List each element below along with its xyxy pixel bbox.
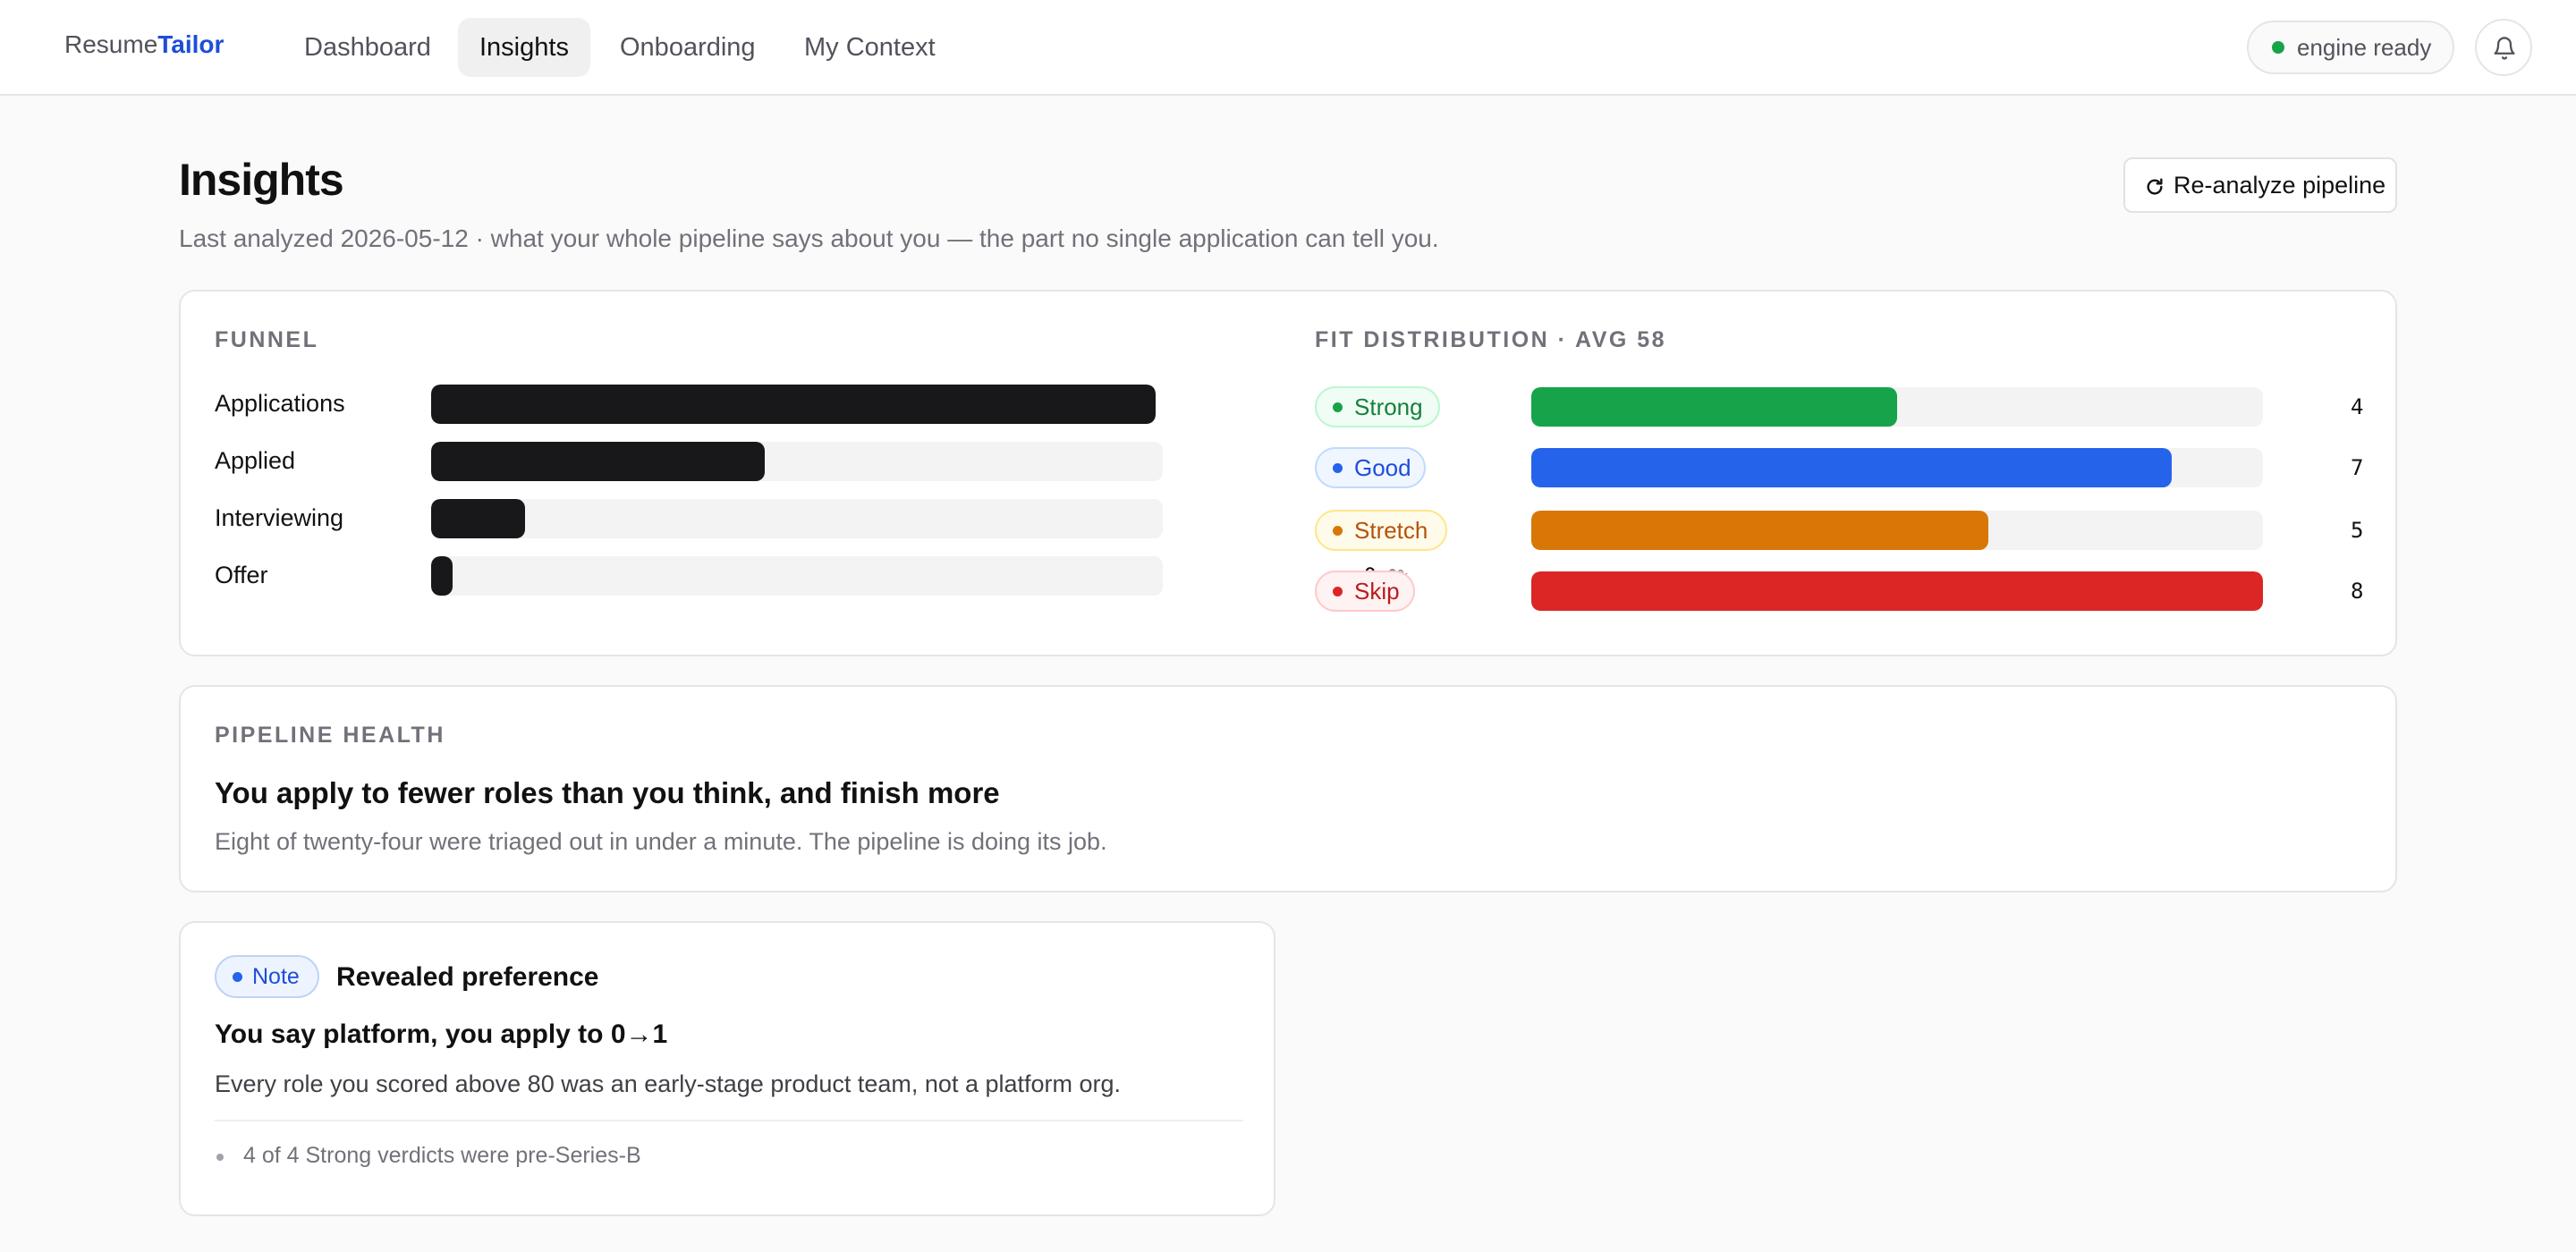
fit-bar-track xyxy=(1531,511,2263,550)
pipeline-health-card: PIPELINE HEALTH You apply to fewer roles… xyxy=(179,685,2397,892)
health-title: You apply to fewer roles than you think,… xyxy=(215,776,1000,809)
fit-section-label: FIT DISTRIBUTION · AVG 58 xyxy=(1315,327,1667,352)
funnel-row: Applications100%24 xyxy=(181,385,1408,429)
health-text: Eight of twenty-four were triaged out in… xyxy=(215,828,1107,855)
fit-badge-good: Good xyxy=(1315,447,1426,488)
brand-name-part1: Resume xyxy=(64,30,158,58)
note-card: Note Revealed preference You say platfor… xyxy=(179,921,1275,1216)
bullet-dot-icon xyxy=(216,1154,224,1161)
funnel-bar-fill xyxy=(431,556,453,596)
status-dot-icon xyxy=(2272,41,2284,54)
fit-bar-fill xyxy=(1531,571,2263,611)
reanalyze-label: Re-analyze pipeline xyxy=(2174,171,2386,199)
top-nav: ResumeTailor Dashboard Insights Onboardi… xyxy=(0,0,2576,96)
fit-badge-stretch: Stretch xyxy=(1315,510,1447,551)
funnel-bar-track xyxy=(431,442,1163,481)
engine-status-label: engine ready xyxy=(2297,34,2432,61)
note-badge-label: Note xyxy=(252,964,300,989)
note-badge: Note xyxy=(215,955,319,998)
funnel-bar-track xyxy=(431,556,1163,596)
refresh-icon xyxy=(2147,178,2163,195)
note-text: Every role you scored above 80 was an ea… xyxy=(215,1070,1122,1097)
fit-badge-label: Stretch xyxy=(1354,517,1428,544)
funnel-row-label: Applications xyxy=(215,390,345,417)
note-bullet-list: 4 of 4 Strong verdicts were pre-Series-B xyxy=(215,1143,641,1169)
fit-bar-fill xyxy=(1531,448,2172,487)
page-title: Insights xyxy=(179,155,344,205)
reanalyze-pipeline-button[interactable]: Re-analyze pipeline xyxy=(2123,157,2397,213)
funnel-row: Offer0%0 xyxy=(181,556,1408,601)
funnel-row: Interviewing13%3 xyxy=(181,499,1408,544)
funnel-fit-card: FUNNEL Applications100%24 Applied46%11 Int… xyxy=(179,290,2397,656)
bell-icon xyxy=(2494,37,2515,60)
fit-badge-strong: Strong xyxy=(1315,386,1440,427)
fit-row-count: 4 xyxy=(2351,394,2364,419)
funnel-row-label: Applied xyxy=(215,447,296,474)
note-title: You say platform, you apply to 0→1 xyxy=(215,1019,668,1049)
fit-badge-label: Good xyxy=(1354,454,1411,481)
fit-badge-label: Strong xyxy=(1354,393,1423,420)
note-divider xyxy=(215,1120,1243,1121)
tab-dashboard[interactable]: Dashboard xyxy=(283,18,453,77)
funnel-bar-track xyxy=(431,499,1163,538)
funnel-bar-fill xyxy=(431,442,765,481)
page-subtitle: Last analyzed 2026-05-12 · what your who… xyxy=(179,224,1439,252)
funnel-row-label: Offer xyxy=(215,562,268,588)
fit-dot-icon xyxy=(1333,587,1343,596)
fit-bar-fill xyxy=(1531,511,1989,550)
note-heading: Revealed preference xyxy=(336,962,599,992)
tab-onboarding[interactable]: Onboarding xyxy=(598,18,777,77)
fit-dot-icon xyxy=(1333,526,1343,536)
funnel-bar-track xyxy=(431,385,1156,424)
funnel-row-label: Interviewing xyxy=(215,504,344,531)
engine-status-pill: engine ready xyxy=(2247,21,2454,74)
notifications-button[interactable] xyxy=(2475,19,2532,76)
fit-badge-skip: Skip xyxy=(1315,571,1415,612)
fit-dot-icon xyxy=(1333,463,1343,473)
funnel-bar-fill xyxy=(431,499,526,538)
brand-name-part2: Tailor xyxy=(157,30,225,58)
fit-bar-track xyxy=(1531,448,2263,487)
fit-badge-label: Skip xyxy=(1354,578,1400,605)
fit-bar-track xyxy=(1531,571,2263,611)
fit-bar-track xyxy=(1531,387,2263,427)
tab-my-context[interactable]: My Context xyxy=(783,18,957,77)
fit-bar-fill xyxy=(1531,387,1897,427)
fit-row-count: 5 xyxy=(2351,518,2364,543)
funnel-bar-fill xyxy=(431,385,1156,424)
fit-dot-icon xyxy=(1333,402,1343,412)
funnel-section-label: FUNNEL xyxy=(215,327,319,352)
health-section-label: PIPELINE HEALTH xyxy=(215,723,445,748)
fit-row-count: 7 xyxy=(2351,455,2364,480)
tab-insights[interactable]: Insights xyxy=(458,18,590,77)
fit-row-count: 8 xyxy=(2351,579,2364,604)
funnel-row: Applied46%11 xyxy=(181,442,1408,486)
note-bullet-text: 4 of 4 Strong verdicts were pre-Series-B xyxy=(243,1143,641,1168)
brand-logo[interactable]: ResumeTailor xyxy=(64,30,224,59)
note-dot-icon xyxy=(233,972,242,982)
note-bullet-item: 4 of 4 Strong verdicts were pre-Series-B xyxy=(215,1143,641,1169)
